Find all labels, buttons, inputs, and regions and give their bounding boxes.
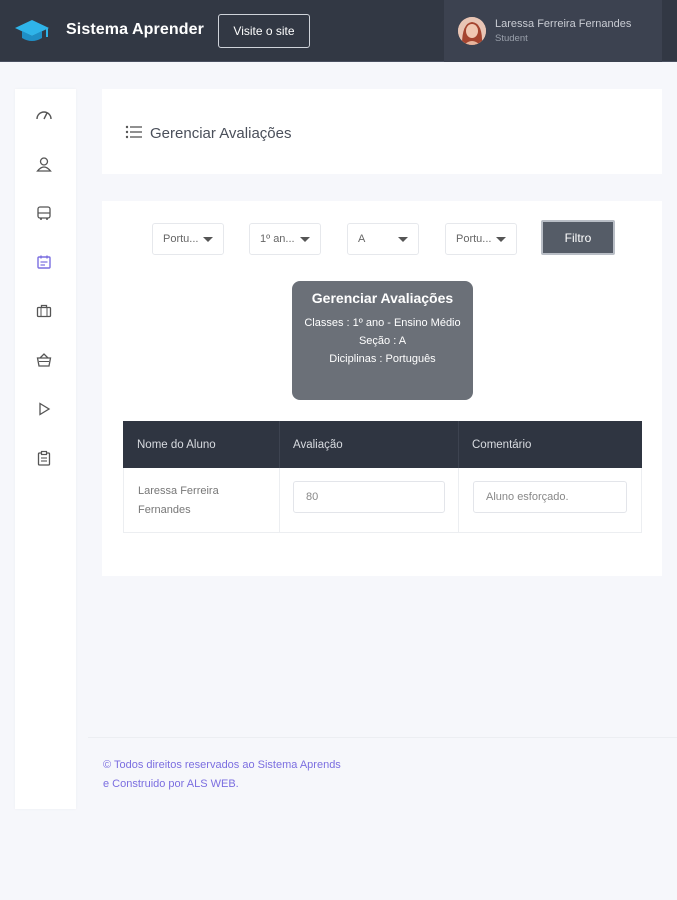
clipboard-icon[interactable] (35, 449, 53, 467)
info-title: Gerenciar Avaliações (311, 290, 454, 306)
list-icon (125, 125, 142, 139)
chevron-down-icon (203, 237, 213, 242)
briefcase-icon[interactable] (35, 302, 53, 320)
user-name: Laressa Ferreira Fernandes (495, 18, 632, 30)
page-title: Gerenciar Avaliações (150, 125, 292, 142)
user-icon[interactable] (35, 155, 53, 173)
info-disciplines: Diciplinas : Português (329, 353, 436, 365)
chevron-down-icon (398, 237, 408, 242)
column-header-student: Nome do Aluno (137, 438, 216, 451)
class-info-box: Gerenciar Avaliações Classes : 1º ano - … (292, 281, 473, 400)
avatar[interactable] (458, 17, 486, 45)
bus-icon[interactable] (35, 204, 53, 222)
filter-button[interactable]: Filtro (541, 220, 615, 255)
section-select-value: A (358, 233, 366, 245)
visit-site-button[interactable]: Visite o site (218, 14, 310, 48)
discipline-select-2-value: Portu... (456, 233, 492, 245)
calendar-icon[interactable] (35, 253, 53, 271)
table-row: Laressa Ferreira Fernandes (123, 468, 642, 533)
chevron-down-icon (496, 237, 506, 242)
discipline-select[interactable]: Portu... (152, 223, 224, 255)
column-header-comment: Comentário (472, 438, 532, 451)
grade-input[interactable] (293, 481, 445, 513)
table-header: Nome do Aluno Avaliação Comentário (123, 421, 642, 468)
info-classes: Classes : 1º ano - Ensino Médio (304, 317, 461, 329)
column-header-grade: Avaliação (293, 438, 343, 451)
evaluations-card: Portu... 1º an... A Portu... Filtro Gere… (102, 201, 662, 576)
dashboard-gauge-icon[interactable] (35, 105, 53, 123)
section-select[interactable]: A (347, 223, 419, 255)
column-divider (279, 468, 280, 532)
footer-divider (88, 737, 677, 738)
graduation-cap-icon[interactable] (14, 16, 50, 46)
info-section: Seção : A (358, 335, 407, 347)
user-role: Student (495, 33, 528, 44)
basket-icon[interactable] (35, 351, 53, 369)
footer-copyright: © Todos direitos reservados ao Sistema A… (103, 759, 341, 790)
chevron-down-icon (300, 237, 310, 242)
column-divider (458, 468, 459, 532)
discipline-select-value: Portu... (163, 233, 199, 245)
brand-title[interactable]: Sistema Aprender (66, 21, 204, 39)
class-select[interactable]: 1º an... (249, 223, 321, 255)
grades-table: Nome do Aluno Avaliação Comentário Lares… (123, 421, 642, 533)
page-header-card: Gerenciar Avaliações (102, 89, 662, 174)
play-icon[interactable] (35, 400, 53, 418)
student-name: Laressa Ferreira Fernandes (138, 485, 219, 516)
class-select-value: 1º an... (260, 233, 295, 245)
comment-input[interactable] (473, 481, 627, 513)
user-menu[interactable]: Laressa Ferreira Fernandes Student (444, 0, 662, 62)
top-navbar: Sistema Aprender Visite o site Laressa F… (0, 0, 677, 62)
sidebar (15, 89, 76, 809)
discipline-select-2[interactable]: Portu... (445, 223, 517, 255)
